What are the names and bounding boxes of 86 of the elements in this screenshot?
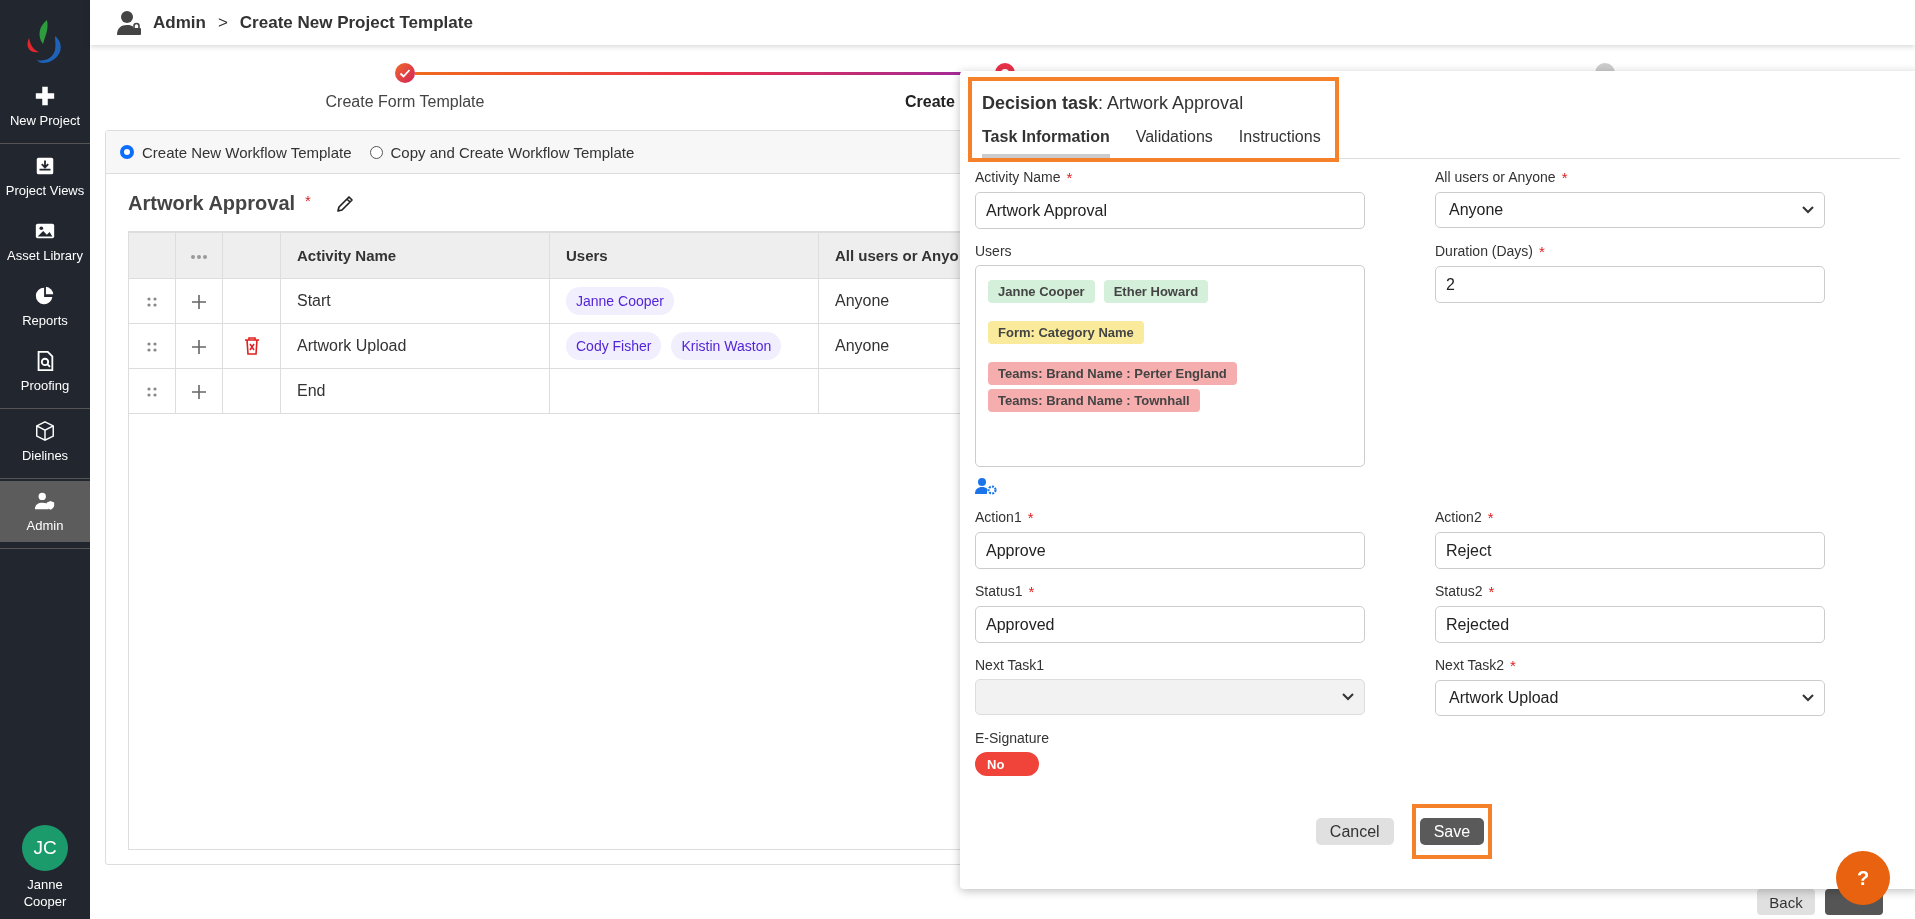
field-label: Status2 xyxy=(1435,583,1483,600)
user-tag: Teams: Brand Name : Perter England xyxy=(988,362,1237,385)
dropdown[interactable]: Anyone xyxy=(1435,192,1825,228)
user-settings-icon[interactable] xyxy=(975,477,997,495)
add-icon[interactable] xyxy=(191,338,207,355)
users-box[interactable]: Janne Cooper Ether Howard Form: Category Name Teams: Brand Name : Perter England Teams: Brand Name : Townhall xyxy=(975,265,1365,467)
more-icon[interactable] xyxy=(190,254,208,261)
drag-handle-icon[interactable] xyxy=(147,385,157,398)
step-label: Create xyxy=(905,93,955,111)
column-header: Activity Name xyxy=(280,232,550,279)
tab[interactable]: Task Information xyxy=(982,128,1110,158)
chevron-icon xyxy=(1802,694,1814,702)
breadcrumb-item[interactable]: Admin xyxy=(153,12,206,33)
input-field[interactable]: Rejected xyxy=(1435,606,1825,643)
required-mark: * xyxy=(1488,583,1495,600)
template-title: Artwork Approval xyxy=(128,192,296,215)
required-mark: * xyxy=(1028,583,1035,600)
input-field[interactable]: Reject xyxy=(1435,532,1825,569)
dropdown[interactable]: Artwork Upload xyxy=(1435,680,1825,716)
drag-handle-icon[interactable] xyxy=(147,295,157,308)
field-label: Next Task1 xyxy=(975,657,1044,673)
sidebar-icon xyxy=(34,420,56,442)
user-tag: Janne Cooper xyxy=(988,280,1095,303)
required-mark: * xyxy=(305,192,311,209)
breadcrumb-separator: > xyxy=(217,12,228,33)
user-name: Janne Cooper xyxy=(22,877,68,911)
required-mark: * xyxy=(1066,169,1073,186)
pencil-icon[interactable] xyxy=(334,193,355,214)
input-field[interactable]: 2 xyxy=(1435,266,1825,303)
user-chip: Janne Cooper xyxy=(566,287,674,315)
breadcrumb-item: Create New Project Template xyxy=(239,12,473,33)
sidebar-item[interactable]: Reports xyxy=(0,276,90,337)
field-label: Users xyxy=(975,243,1012,259)
sidebar-item[interactable]: Dielines xyxy=(0,411,90,472)
input-field[interactable]: Approve xyxy=(975,532,1365,569)
field-label: Duration (Days) xyxy=(1435,243,1534,260)
input-field[interactable]: Artwork Approval xyxy=(975,192,1365,229)
step-label: Create Form Template xyxy=(325,93,485,111)
toggle-switch[interactable]: No xyxy=(975,752,1039,776)
required-mark: * xyxy=(1510,657,1516,674)
tab[interactable]: Instructions xyxy=(1238,128,1321,158)
column-header: Users xyxy=(549,232,819,279)
field-label: Next Task2 xyxy=(1435,657,1504,674)
user-chip: Cody Fisher xyxy=(566,332,662,360)
delete-icon[interactable] xyxy=(243,337,260,356)
cancel-button[interactable]: Cancel xyxy=(1315,818,1394,845)
user-tag: Teams: Brand Name : Townhall xyxy=(988,389,1200,412)
panel-title: Decision task: Artwork Approval xyxy=(982,93,1245,114)
sidebar-icon xyxy=(34,285,56,307)
required-mark: * xyxy=(1027,509,1034,526)
sidebar-item[interactable]: Project Views xyxy=(0,146,90,207)
save-button[interactable]: Save xyxy=(1419,818,1485,845)
add-icon[interactable] xyxy=(191,383,207,400)
field-label: Activity Name xyxy=(975,169,1061,186)
chevron-icon xyxy=(1342,693,1354,701)
field-label: Action1 xyxy=(975,509,1022,526)
table-cell: End xyxy=(280,368,550,414)
input-field[interactable]: Approved xyxy=(975,606,1365,643)
sidebar-item[interactable]: Admin xyxy=(0,481,90,542)
sidebar-item[interactable]: Asset Library xyxy=(0,211,90,272)
radio-option[interactable]: Copy and Create Workflow Template xyxy=(369,143,635,161)
table-cell: Start xyxy=(280,278,550,324)
sidebar-icon xyxy=(34,490,56,512)
required-mark: * xyxy=(1539,243,1545,260)
sidebar-icon xyxy=(34,85,56,107)
field-label: All users or Anyone xyxy=(1435,169,1556,186)
sidebar-item[interactable]: New Project xyxy=(0,76,90,137)
user-tag: Ether Howard xyxy=(1103,280,1209,303)
user-chip: Kristin Waston xyxy=(671,332,782,360)
back-button[interactable]: Back xyxy=(1757,889,1815,915)
field-label: E-Signature xyxy=(975,730,1049,746)
table-cell: Artwork Upload xyxy=(280,323,550,369)
admin-user-icon xyxy=(117,9,141,36)
sidebar-icon xyxy=(34,155,56,177)
user-tag: Form: Category Name xyxy=(988,321,1144,344)
required-mark: * xyxy=(1561,169,1568,186)
required-mark: * xyxy=(1487,509,1494,526)
chevron-icon xyxy=(1802,206,1814,214)
tab[interactable]: Validations xyxy=(1135,128,1213,158)
drag-handle-icon[interactable] xyxy=(147,340,157,353)
add-icon[interactable] xyxy=(191,293,207,310)
user-avatar[interactable]: JC xyxy=(22,825,68,872)
sidebar-item[interactable]: Proofing xyxy=(0,341,90,402)
field-label: Action2 xyxy=(1435,509,1482,526)
field-label: Status1 xyxy=(975,583,1023,600)
radio-option[interactable]: Create New Workflow Template xyxy=(120,143,352,161)
